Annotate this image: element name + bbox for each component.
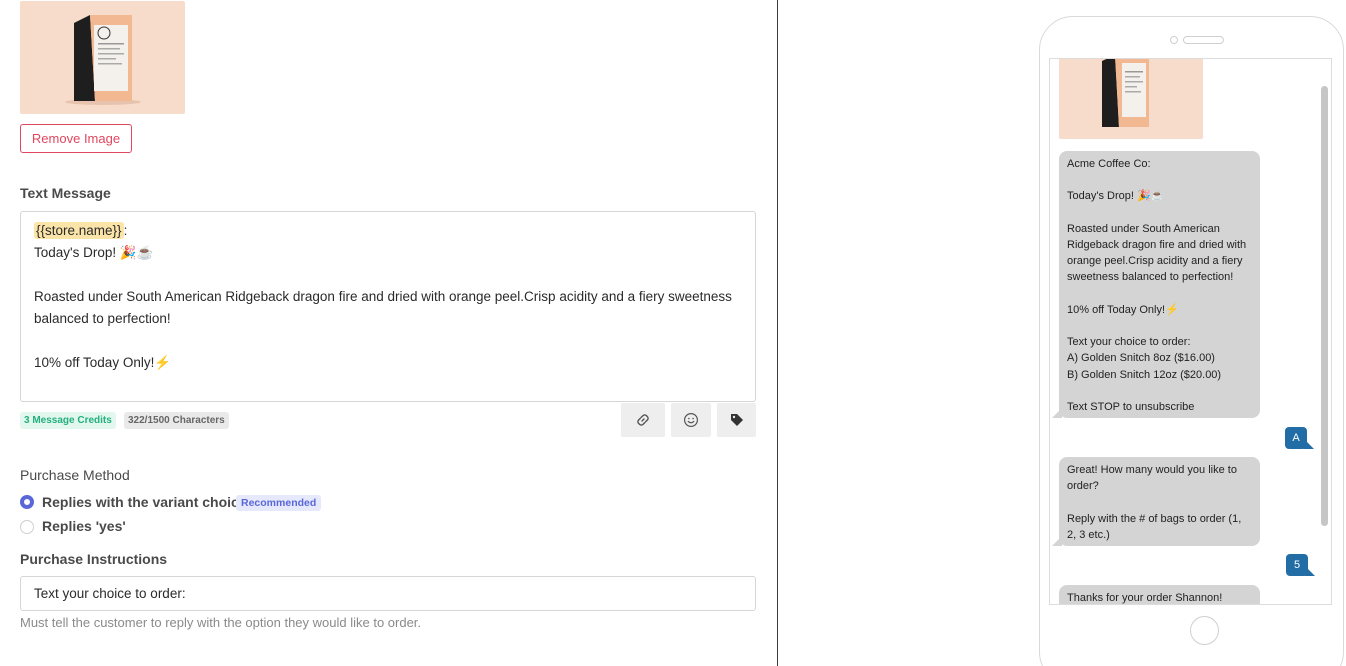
message-credits-badge: 3 Message Credits [20, 412, 116, 429]
insert-emoji-button[interactable] [671, 403, 711, 437]
message-textarea[interactable]: {{store.name}}: Today's Drop! 🎉☕ Roasted… [20, 211, 756, 402]
preview-scrollbar[interactable] [1321, 86, 1328, 526]
product-image [20, 1, 185, 114]
purchase-instructions-label: Purchase Instructions [20, 551, 168, 567]
phone-speaker [1183, 36, 1224, 44]
replies-yes-radio[interactable] [20, 520, 34, 534]
store-message-bubble: Thanks for your order Shannon! [1059, 585, 1260, 604]
customer-reply-bubble: A [1285, 427, 1314, 449]
store-message-bubble: Great! How many would you like to order?… [1052, 457, 1260, 546]
variant-choice-label[interactable]: Replies with the variant choice [42, 494, 247, 510]
replies-yes-label[interactable]: Replies 'yes' [42, 518, 126, 534]
phone-home-button [1190, 616, 1219, 645]
variable-suffix: : [123, 223, 128, 238]
sms-preview-screen[interactable]: Acme Coffee Co: Today's Drop! 🎉☕ Roasted… [1049, 58, 1332, 605]
recommended-badge: Recommended [236, 495, 322, 511]
customer-reply-bubble: 5 [1286, 554, 1315, 576]
character-count-badge: 322/1500 Characters [124, 412, 229, 429]
phone-camera [1170, 36, 1178, 44]
purchase-instructions-input[interactable] [20, 576, 756, 611]
variant-choice-radio[interactable] [20, 495, 34, 509]
purchase-instructions-help: Must tell the customer to reply with the… [20, 615, 422, 630]
text-message-label: Text Message [20, 185, 111, 201]
coffee-bag-illustration [65, 15, 141, 105]
remove-image-button[interactable]: Remove Image [20, 124, 132, 153]
message-body: Today's Drop! 🎉☕ Roasted under South Ame… [34, 245, 732, 370]
store-name-variable: {{store.name}} [34, 222, 124, 239]
emoji-icon [683, 412, 699, 428]
insert-tag-button[interactable] [717, 403, 756, 437]
link-icon [637, 414, 649, 426]
purchase-method-label: Purchase Method [20, 467, 130, 483]
message-editor-pane: Remove Image Text Message {{store.name}}… [0, 0, 778, 666]
coffee-bag-illustration [1102, 59, 1149, 127]
store-message-bubble: Acme Coffee Co: Today's Drop! 🎉☕ Roasted… [1052, 151, 1260, 418]
tag-icon [730, 414, 743, 426]
preview-product-image [1059, 59, 1203, 139]
insert-link-button[interactable] [621, 403, 665, 437]
